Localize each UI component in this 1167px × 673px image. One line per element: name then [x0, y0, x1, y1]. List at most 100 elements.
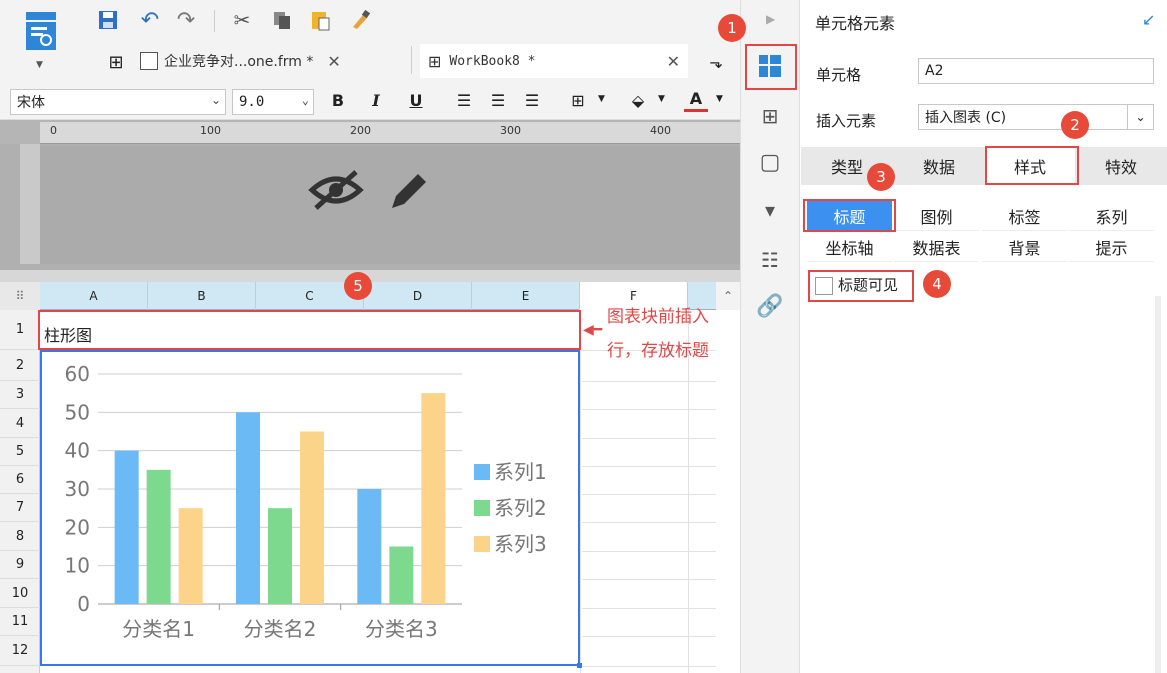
grid-line [580, 310, 581, 673]
edit-pencil-icon[interactable] [386, 168, 432, 218]
x-tick-label: 分类名2 [244, 617, 317, 641]
cell-field[interactable]: A2 [918, 58, 1154, 84]
cut-icon[interactable]: ✂ [228, 6, 256, 34]
hyperlink-icon[interactable]: 🔗 [756, 292, 784, 320]
form-file-icon [140, 52, 158, 70]
layout-icon[interactable]: ☷ [756, 246, 784, 274]
scroll-up-icon[interactable]: ⌃ [716, 282, 740, 310]
app-logo-icon[interactable] [22, 10, 60, 56]
chevron-down-icon[interactable]: ▼ [658, 94, 665, 104]
grid-line [582, 608, 716, 609]
expand-arrow-icon[interactable]: ▶ [766, 12, 775, 26]
callout-title-subtab-box [803, 199, 896, 232]
format-painter-icon[interactable] [346, 6, 374, 34]
row-header[interactable]: 1 [0, 310, 40, 350]
column-header-e[interactable]: E [472, 282, 580, 310]
tab-data[interactable]: 数据 [894, 147, 984, 185]
close-icon[interactable]: ✕ [667, 52, 680, 71]
tab-menu-icon[interactable]: ⬎ [702, 48, 730, 76]
row-header[interactable]: 12 [0, 636, 40, 666]
ruler-mark: 0 [50, 124, 57, 137]
grid-icon[interactable]: ⊞ [102, 48, 130, 76]
chart-block[interactable]: 0 10 20 30 40 50 60 分类名1 分类名2 分类名3 系列1 系列2 系列3 [40, 350, 580, 666]
grid-line [582, 409, 716, 410]
tab-frm-file[interactable]: 企业竞争对...one.frm * ✕ [140, 44, 341, 78]
step-badge-3: 3 [867, 163, 895, 191]
subtab-tooltip[interactable]: 提示 [1069, 232, 1154, 262]
chevron-down-icon: ⌄ [301, 93, 309, 107]
align-center-icon[interactable]: ☰ [486, 88, 510, 112]
panel-scrollbar[interactable] [1155, 296, 1161, 673]
bar [236, 412, 260, 604]
font-size-select[interactable]: 9.0 ⌄ [232, 89, 314, 115]
row-header[interactable]: 11 [0, 608, 40, 636]
tab-label: WorkBook8 * [449, 53, 536, 69]
select-all-icon[interactable]: ⠿ [0, 282, 40, 310]
italic-button[interactable]: I [364, 88, 388, 112]
row-header[interactable]: 2 [0, 350, 40, 381]
x-tick-label: 分类名3 [365, 617, 438, 641]
cell-attribute-icon[interactable]: ⊞ [756, 102, 784, 130]
tab-effects[interactable]: 特效 [1076, 147, 1166, 185]
align-left-icon[interactable]: ☰ [452, 88, 476, 112]
subtab-label[interactable]: 标签 [982, 201, 1067, 231]
column-header-a[interactable]: A [40, 282, 148, 310]
row-header[interactable]: 8 [0, 522, 40, 551]
copy-icon[interactable] [268, 6, 296, 34]
row-header[interactable]: 5 [0, 438, 40, 466]
subtab-axis[interactable]: 坐标轴 [807, 232, 892, 262]
underline-button[interactable]: U [404, 88, 428, 112]
subtab-background[interactable]: 背景 [982, 232, 1067, 262]
callout-checkbox-box [808, 270, 914, 302]
column-header-d[interactable]: D [364, 282, 472, 310]
legend-label: 系列3 [494, 532, 547, 556]
bar-chart: 0 10 20 30 40 50 60 分类名1 分类名2 分类名3 系列1 系列2 系列3 [65, 362, 547, 641]
border-frame-icon[interactable]: ▢ [756, 148, 784, 176]
paste-icon[interactable] [306, 6, 334, 34]
grid-line [582, 522, 716, 523]
chevron-down-icon: ⌄ [210, 93, 221, 107]
collapse-arrow-icon[interactable]: ↙ [1142, 10, 1155, 29]
undo-icon[interactable]: ↶ [136, 6, 164, 34]
close-icon[interactable]: ✕ [327, 52, 340, 71]
bar [268, 508, 292, 604]
chevron-down-icon: ⌄ [1127, 105, 1153, 129]
grid-line [582, 579, 716, 580]
font-family-value: 宋体 [17, 95, 45, 111]
widget-dropdown-icon[interactable]: ▾ [756, 196, 784, 224]
bold-button[interactable]: B [326, 88, 350, 112]
redo-icon[interactable]: ↷ [172, 6, 200, 34]
y-tick-label: 60 [65, 362, 90, 386]
font-size-value: 9.0 [239, 94, 265, 110]
y-tick-label: 40 [65, 439, 90, 463]
border-icon[interactable]: ⊞ [566, 88, 590, 112]
tab-workbook8[interactable]: ⊞ WorkBook8 * ✕ [420, 44, 688, 78]
grid-line [582, 666, 716, 667]
row-header[interactable]: 10 [0, 579, 40, 608]
resize-handle[interactable] [577, 663, 582, 668]
fill-color-icon[interactable]: ⬙ [626, 88, 650, 112]
save-icon[interactable] [94, 6, 122, 34]
subtab-datasheet[interactable]: 数据表 [894, 232, 979, 262]
chevron-down-icon[interactable]: ▼ [716, 94, 723, 104]
font-family-select[interactable]: 宋体 ⌄ [10, 89, 226, 115]
font-color-button[interactable]: A [684, 88, 708, 112]
chevron-down-icon[interactable]: ▼ [598, 94, 605, 104]
column-header-b[interactable]: B [148, 282, 256, 310]
subtab-legend[interactable]: 图例 [894, 201, 979, 231]
bar [389, 546, 414, 604]
insert-element-select[interactable]: 插入图表 (C) ⌄ [918, 104, 1154, 130]
grid-line [582, 466, 716, 467]
legend-label: 系列1 [494, 460, 547, 484]
row-header[interactable]: 4 [0, 409, 40, 438]
align-right-icon[interactable]: ☰ [520, 88, 544, 112]
step-badge-5: 5 [344, 272, 372, 300]
row-header[interactable]: 6 [0, 466, 40, 494]
toolbar-divider [214, 10, 215, 32]
subtab-series[interactable]: 系列 [1069, 201, 1154, 231]
row-header[interactable]: 7 [0, 494, 40, 522]
logo-dropdown-icon[interactable]: ▼ [36, 60, 43, 70]
row-header[interactable]: 9 [0, 551, 40, 579]
hidden-eye-icon[interactable] [308, 168, 364, 216]
row-header[interactable]: 3 [0, 381, 40, 409]
